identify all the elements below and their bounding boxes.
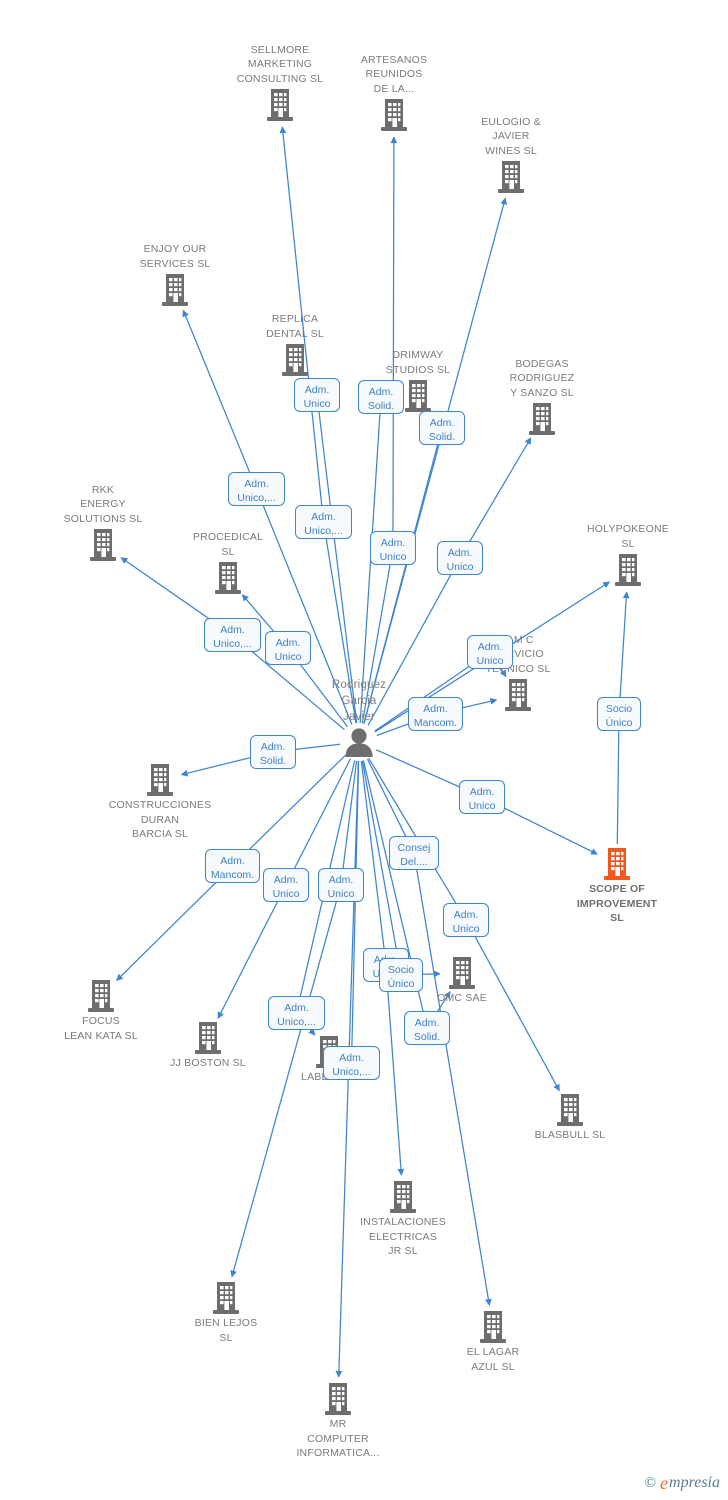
edge-segment (244, 754, 346, 855)
company-node-eulogio[interactable]: EULOGIO & JAVIER WINES SL (441, 115, 581, 195)
company-name-label: PROCEDICAL SL (192, 531, 264, 558)
company-name-label: MR COMPUTER INFORMATICA... (296, 1418, 380, 1459)
edge-segment (366, 758, 408, 839)
relationship-label-chip-drimway-b[interactable]: Adm. Solid. (419, 411, 465, 445)
company-name-label: RKK ENERGY SOLUTIONS SL (63, 483, 143, 525)
company-name-label: ARTESANOS REUNIDOS DE LA... (360, 53, 428, 95)
relationship-label-chip-drimway-a[interactable]: Adm. Solid. (358, 380, 404, 414)
relationship-label-chip-consej[interactable]: Consej Del.... (389, 836, 439, 870)
building-icon (31, 979, 171, 1013)
relationship-label-chip-construcciones[interactable]: Adm. Mancom. (205, 849, 260, 883)
copyright-icon: © (644, 1474, 657, 1491)
brand-name: mpresia (669, 1474, 720, 1491)
edge-segment (360, 760, 385, 949)
company-node-bodegas[interactable]: BODEGAS RODRIGUEZ Y SANZO SL (472, 357, 612, 437)
company-node-bien-lejos[interactable]: BIEN LEJOS SL (156, 1281, 296, 1345)
company-name-label: ENJOY OUR SERVICES SL (139, 243, 211, 270)
building-icon (138, 1021, 278, 1055)
company-node-construcciones[interactable]: CONSTRUCCIONES DURAN BARCIA SL (90, 763, 230, 842)
relationship-label-chip-artesanos[interactable]: Adm. Unico (370, 531, 416, 565)
relationship-label-chip-solid-left[interactable]: Adm. Solid. (250, 735, 296, 769)
building-icon (225, 343, 365, 377)
company-name-label: EULOGIO & JAVIER WINES SL (481, 115, 541, 157)
building-icon (333, 1180, 473, 1214)
company-name-label: BODEGAS RODRIGUEZ Y SANZO SL (509, 357, 575, 399)
building-icon (268, 1382, 408, 1416)
relationship-label-chip-mancom-right[interactable]: Adm. Mancom. (408, 697, 463, 731)
company-node-rkk[interactable]: RKK ENERGY SOLUTIONS SL (33, 483, 173, 563)
company-name-label: JJ BOSTON SL (170, 1057, 246, 1069)
company-node-mr-computer[interactable]: MR COMPUTER INFORMATICA... (268, 1382, 408, 1461)
building-icon (156, 1281, 296, 1315)
building-icon (158, 561, 298, 595)
relationship-label-chip-omc-sae[interactable]: Adm. Solid. (404, 1011, 450, 1045)
building-icon (472, 402, 612, 436)
company-node-enjoy[interactable]: ENJOY OUR SERVICES SL (105, 242, 245, 307)
edge-arrow (116, 877, 221, 981)
company-name-label: DRIMWAY STUDIOS SL (385, 349, 451, 376)
building-icon (500, 1093, 640, 1127)
relationship-label-chip-scope[interactable]: Adm. Unico (459, 780, 505, 814)
edge-arrow (468, 437, 532, 544)
company-name-label: REPLICA DENTAL SL (266, 313, 324, 340)
edge-arrow (230, 901, 338, 1278)
company-node-el-lagar[interactable]: EL LAGAR AZUL SL (423, 1310, 563, 1374)
company-node-blasbull[interactable]: BLASBULL SL (500, 1093, 640, 1143)
relationship-label-chip-label-b[interactable]: Adm. Unico,... (323, 1046, 380, 1080)
relationship-label-chip-enjoy[interactable]: Adm. Unico,... (228, 472, 285, 506)
edge-arrow (390, 136, 398, 532)
company-name-label: OMC SAE (437, 992, 487, 1004)
relationship-label-chip-replica[interactable]: Adm. Unico (294, 378, 340, 412)
relationship-label-chip-socio-omc[interactable]: Socio Único (379, 958, 423, 992)
company-node-jj-boston[interactable]: JJ BOSTON SL (138, 1021, 278, 1071)
company-name-label: SCOPE OF IMPROVEMENT SL (576, 883, 658, 924)
company-node-procedical[interactable]: PROCEDICAL SL (158, 530, 298, 595)
relationship-graph: SELLMORE MARKETING CONSULTING SL ARTESANO… (0, 0, 728, 1500)
building-icon (441, 160, 581, 194)
building-icon (33, 528, 173, 562)
relationship-label-chip-jj-boston[interactable]: Adm. Unico (318, 868, 364, 902)
brand-initial: e (660, 1473, 669, 1493)
company-name-label: INSTALACIONES ELECTRICAS JR SL (360, 1216, 446, 1257)
relationship-label-chip-holypokeone[interactable]: Socio Único (597, 697, 641, 731)
relationship-label-chip-focus-lean[interactable]: Adm. Unico (263, 868, 309, 902)
company-name-label: BIEN LEJOS SL (194, 1317, 258, 1344)
relationship-label-chip-blasbull[interactable]: Adm. Unico (443, 903, 489, 937)
relationship-label-chip-sellmore[interactable]: Adm. Unico,... (295, 505, 352, 539)
company-name-label: EL LAGAR AZUL SL (466, 1346, 520, 1373)
company-node-instalaciones[interactable]: INSTALACIONES ELECTRICAS JR SL (333, 1180, 473, 1259)
building-icon (423, 1310, 563, 1344)
company-node-replica[interactable]: REPLICA DENTAL SL (225, 312, 365, 377)
edge-arrow (619, 591, 630, 698)
watermark: © e mpresia (645, 1474, 720, 1492)
building-icon (90, 763, 230, 797)
company-node-holypokeone[interactable]: HOLYPOKEONE SL (558, 522, 698, 587)
relationship-label-chip-procedical[interactable]: Adm. Unico (265, 631, 311, 665)
building-icon (558, 553, 698, 587)
building-icon (547, 847, 687, 881)
relationship-label-chip-rkk[interactable]: Adm. Unico,... (204, 618, 261, 652)
person-icon (289, 727, 429, 757)
company-name-label: HOLYPOKEONE SL (587, 523, 669, 550)
relationship-label-chip-omc-servicio[interactable]: Adm. Unico (467, 635, 513, 669)
relationship-label-chip-label-a[interactable]: Adm. Unico,... (268, 996, 325, 1030)
building-icon (448, 678, 588, 712)
edge-segment (342, 760, 358, 869)
company-name-label: CONSTRUCCIONES DURAN BARCIA SL (108, 799, 212, 840)
building-icon (105, 273, 245, 307)
relationship-label-chip-bodegas[interactable]: Adm. Unico (437, 541, 483, 575)
company-name-label: BLASBULL SL (534, 1129, 606, 1141)
edge-segment (616, 730, 620, 845)
company-node-scope[interactable]: SCOPE OF IMPROVEMENT SL (547, 847, 687, 926)
